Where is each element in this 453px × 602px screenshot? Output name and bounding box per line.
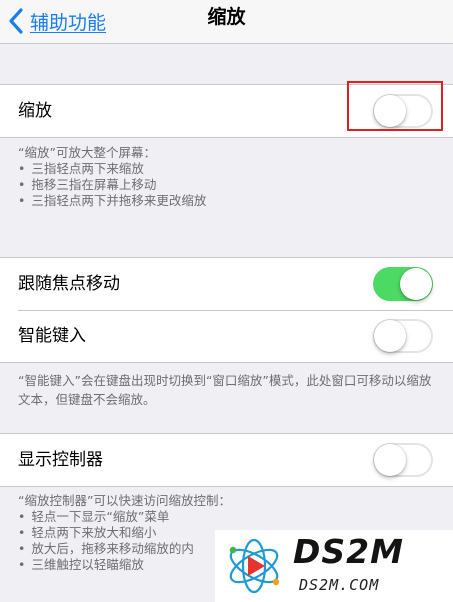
smart-typing-label: 智能键入 bbox=[18, 326, 86, 346]
controller-footer-title: “缩放控制器”可以快速访问缩放控制： bbox=[18, 493, 231, 508]
highlight-box bbox=[347, 81, 443, 131]
follow-focus-row: 跟随焦点移动 bbox=[0, 258, 453, 310]
focus-settings-group: 跟随焦点移动 智能键入 bbox=[0, 257, 453, 363]
watermark-subtitle: DS2M.COM bbox=[299, 576, 380, 594]
site-watermark: DS2M DS2M.COM bbox=[215, 530, 453, 602]
zoom-footer: “缩放”可放大整个屏幕： 三指轻点两下来缩放 拖移三指在屏幕上移动 三指轻点两下… bbox=[18, 145, 438, 209]
list-item: 拖移三指在屏幕上移动 bbox=[18, 177, 438, 193]
smart-typing-footer-text: “智能键入”会在键盘出现时切换到“窗口缩放”模式，此处窗口可移动以缩放文本，但键… bbox=[18, 373, 432, 407]
list-item: 三指轻点两下并拖移来更改缩放 bbox=[18, 193, 438, 209]
follow-focus-toggle[interactable] bbox=[373, 267, 433, 301]
show-controller-label: 显示控制器 bbox=[18, 450, 103, 470]
show-controller-row: 显示控制器 bbox=[0, 434, 453, 486]
show-controller-toggle[interactable] bbox=[373, 443, 433, 477]
follow-focus-toggle-knob bbox=[400, 268, 432, 300]
show-controller-toggle-knob bbox=[374, 444, 406, 476]
navigation-bar: 辅助功能 缩放 bbox=[0, 0, 453, 44]
zoom-footer-list: 三指轻点两下来缩放 拖移三指在屏幕上移动 三指轻点两下并拖移来更改缩放 bbox=[18, 161, 438, 209]
smart-typing-row: 智能键入 bbox=[0, 310, 453, 362]
follow-focus-label: 跟随焦点移动 bbox=[18, 274, 120, 294]
zoom-footer-title: “缩放”可放大整个屏幕： bbox=[18, 145, 156, 160]
list-item: 轻点一下显示“缩放”菜单 bbox=[18, 509, 438, 525]
logo-icon bbox=[229, 538, 280, 594]
page-title: 缩放 bbox=[207, 6, 246, 28]
zoom-label: 缩放 bbox=[18, 101, 52, 121]
watermark-title: DS2M bbox=[293, 532, 404, 571]
controller-settings-group: 显示控制器 bbox=[0, 433, 453, 487]
smart-typing-toggle-knob bbox=[374, 320, 406, 352]
list-item: 三指轻点两下来缩放 bbox=[18, 161, 438, 177]
smart-typing-footer: “智能键入”会在键盘出现时切换到“窗口缩放”模式，此处窗口可移动以缩放文本，但键… bbox=[18, 371, 438, 409]
smart-typing-toggle[interactable] bbox=[373, 319, 433, 353]
